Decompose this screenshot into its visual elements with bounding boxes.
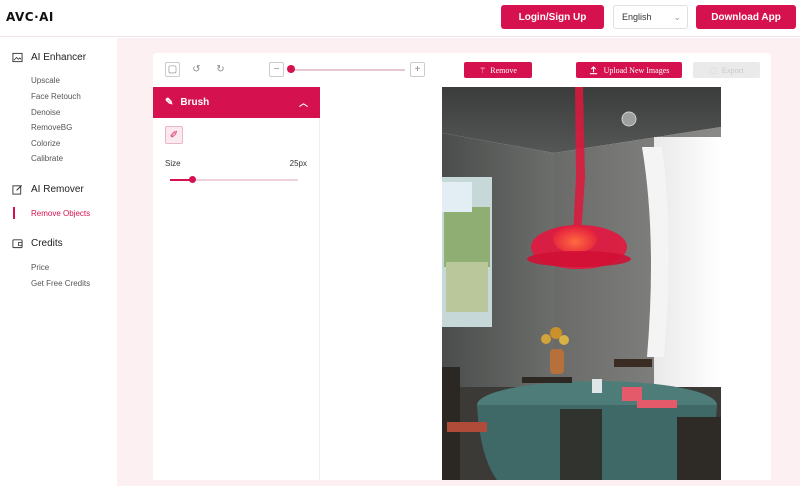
brush-tool-icon: ✐: [169, 129, 179, 141]
zoom-out-icon[interactable]: −: [269, 62, 284, 77]
undo-icon[interactable]: ↺: [189, 62, 204, 77]
language-value: English: [622, 12, 652, 22]
brush-icon: ✎: [165, 97, 174, 108]
brush-panel-header[interactable]: ✎ Brush ︿: [153, 87, 320, 118]
sidebar-section-credits[interactable]: Credits: [12, 238, 63, 249]
export-button-label: Export: [721, 65, 744, 75]
brush-title: Brush: [180, 97, 210, 108]
edit-icon: [12, 185, 22, 195]
sidebar-item-upscale[interactable]: Upscale: [31, 76, 60, 85]
top-header: AVC·AI Login/Sign Up English ⌄ Download …: [0, 0, 800, 37]
sidebar-item-calibrate[interactable]: Calibrate: [31, 154, 63, 163]
sidebar-item-face-retouch[interactable]: Face Retouch: [31, 92, 81, 101]
size-label: Size: [165, 159, 181, 168]
sidebar-item-get-free-credits[interactable]: Get Free Credits: [31, 279, 90, 288]
download-app-button[interactable]: Download App: [696, 5, 796, 29]
image-icon: [12, 52, 23, 63]
login-signup-button[interactable]: Login/Sign Up: [501, 5, 604, 29]
image-canvas[interactable]: [321, 87, 771, 480]
sidebar-item-colorize[interactable]: Colorize: [31, 139, 60, 148]
size-value: 25px: [289, 159, 307, 168]
chevron-up-icon[interactable]: ︿: [299, 96, 308, 109]
redo-icon[interactable]: ↻: [213, 62, 228, 77]
edited-photo[interactable]: [442, 87, 721, 480]
zoom-in-icon[interactable]: +: [410, 62, 425, 77]
sidebar-item-remove-objects[interactable]: Remove Objects: [31, 209, 90, 218]
editor-toolbar: ▢ ↺ ↻ − + ⚚ Remove Upload New Images ⬚ E…: [153, 53, 771, 87]
sidebar-item-price[interactable]: Price: [31, 263, 49, 272]
brush-tool-button[interactable]: ✐: [165, 126, 183, 144]
sidebar-section-ai-remover[interactable]: AI Remover: [12, 184, 84, 195]
language-select[interactable]: English ⌄: [613, 5, 688, 29]
export-button[interactable]: ⬚ Export: [693, 62, 760, 78]
logo[interactable]: AVC·AI: [6, 10, 54, 24]
sidebar-section-label: AI Remover: [31, 184, 84, 195]
brush-size-handle[interactable]: [189, 176, 196, 183]
sidebar-section-ai-enhancer[interactable]: AI Enhancer: [12, 52, 86, 63]
editor-workspace: ▢ ↺ ↻ − + ⚚ Remove Upload New Images ⬚ E…: [153, 53, 771, 480]
sidebar-item-denoise[interactable]: Denoise: [31, 108, 60, 117]
sidebar-section-label: AI Enhancer: [31, 52, 87, 63]
compare-icon[interactable]: ▢: [165, 62, 180, 77]
zoom-slider-track[interactable]: [291, 69, 405, 71]
main-area: ▢ ↺ ↻ − + ⚚ Remove Upload New Images ⬚ E…: [117, 38, 800, 486]
sidebar-section-label: Credits: [31, 238, 63, 249]
upload-icon: [589, 65, 597, 74]
wallet-icon: [12, 239, 23, 249]
zoom-slider-handle[interactable]: [287, 65, 295, 73]
upload-new-images-button[interactable]: Upload New Images: [576, 62, 682, 78]
room-photo-illustration: [442, 87, 721, 480]
export-icon: ⬚: [709, 65, 717, 75]
active-indicator: [13, 207, 15, 219]
upload-button-label: Upload New Images: [603, 65, 670, 75]
chevron-down-icon: ⌄: [673, 12, 681, 22]
magic-wand-icon: ⚚: [479, 65, 487, 75]
remove-button[interactable]: ⚚ Remove: [464, 62, 532, 78]
remove-button-label: Remove: [490, 65, 517, 75]
brush-panel: ✎ Brush ︿ ✐ Size 25px: [153, 87, 320, 480]
sidebar-item-removebg[interactable]: RemoveBG: [31, 123, 72, 132]
sidebar: AI Enhancer Upscale Face Retouch Denoise…: [0, 38, 117, 486]
